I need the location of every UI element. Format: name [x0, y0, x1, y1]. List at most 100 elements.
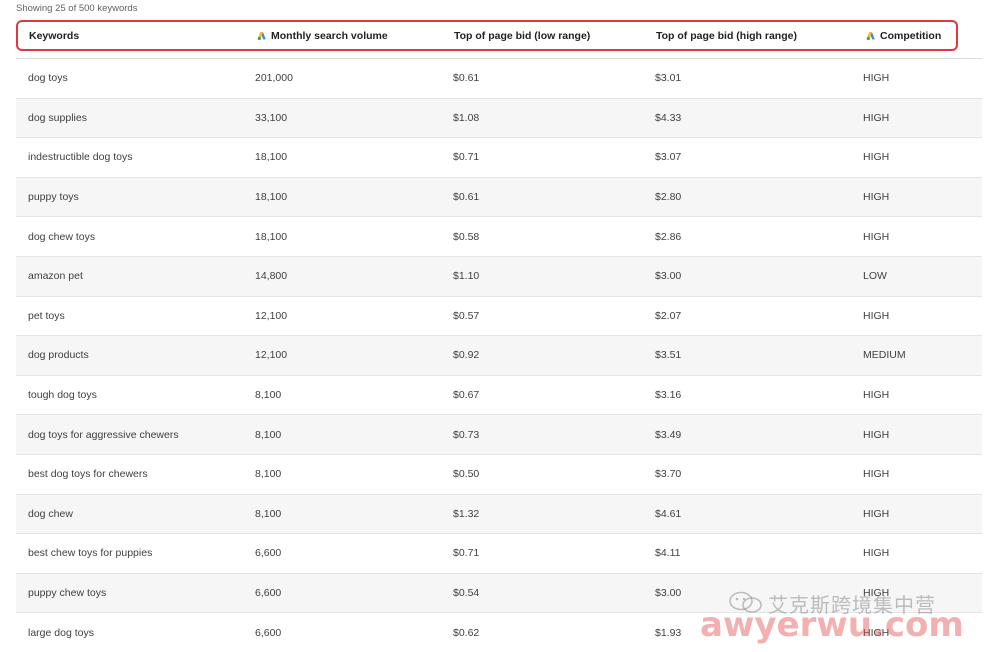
cell-bid-high: $2.07	[655, 309, 682, 322]
cell-keyword: indestructible dog toys	[28, 151, 133, 164]
column-header-bid-low[interactable]: Top of page bid (low range)	[454, 22, 590, 49]
cell-bid-low: $0.71	[453, 151, 480, 164]
cell-monthly-search-volume: 8,100	[255, 428, 282, 441]
cell-monthly-search-volume: 201,000	[255, 72, 293, 85]
cell-keyword: large dog toys	[28, 626, 94, 639]
cell-monthly-search-volume: 12,100	[255, 309, 288, 322]
cell-monthly-search-volume: 14,800	[255, 270, 288, 283]
cell-bid-high: $4.33	[655, 111, 682, 124]
table-row[interactable]: dog chew 8,100 $1.32 $4.61 HIGH	[16, 494, 982, 535]
cell-competition: HIGH	[863, 507, 890, 520]
cell-bid-high: $3.16	[655, 389, 682, 402]
cell-keyword: tough dog toys	[28, 389, 97, 402]
cell-monthly-search-volume: 18,100	[255, 230, 288, 243]
cell-monthly-search-volume: 18,100	[255, 191, 288, 204]
column-header-bid-high[interactable]: Top of page bid (high range)	[656, 22, 797, 49]
results-count-caption: Showing 25 of 500 keywords	[16, 3, 138, 14]
cell-competition: MEDIUM	[863, 349, 906, 362]
cell-keyword: puppy chew toys	[28, 587, 107, 600]
cell-competition: HIGH	[863, 111, 890, 124]
table-row[interactable]: puppy toys 18,100 $0.61 $2.80 HIGH	[16, 177, 982, 218]
cell-competition: HIGH	[863, 389, 890, 402]
cell-keyword: dog chew	[28, 507, 73, 520]
column-header-label: Competition	[880, 29, 942, 42]
cell-monthly-search-volume: 8,100	[255, 468, 282, 481]
cell-bid-low: $0.54	[453, 587, 480, 600]
column-header-competition[interactable]: Competition	[866, 22, 941, 49]
table-row[interactable]: amazon pet 14,800 $1.10 $3.00 LOW	[16, 256, 982, 297]
cell-competition: HIGH	[863, 191, 890, 204]
cell-bid-low: $0.73	[453, 428, 480, 441]
cell-bid-high: $3.07	[655, 151, 682, 164]
table-row[interactable]: dog products 12,100 $0.92 $3.51 MEDIUM	[16, 336, 982, 376]
cell-keyword: dog supplies	[28, 111, 87, 124]
cell-monthly-search-volume: 18,100	[255, 151, 288, 164]
cell-bid-low: $1.08	[453, 111, 480, 124]
cell-bid-high: $3.51	[655, 349, 682, 362]
cell-monthly-search-volume: 8,100	[255, 507, 282, 520]
table-row[interactable]: indestructible dog toys 18,100 $0.71 $3.07 H…	[16, 138, 982, 178]
cell-competition: HIGH	[863, 151, 890, 164]
cell-keyword: amazon pet	[28, 270, 83, 283]
table-row[interactable]: dog supplies 33,100 $1.08 $4.33 HIGH	[16, 98, 982, 139]
cell-keyword: puppy toys	[28, 191, 79, 204]
table-row[interactable]: best dog toys for chewers 8,100 $0.50 $3.70…	[16, 455, 982, 495]
cell-bid-low: $0.92	[453, 349, 480, 362]
cell-monthly-search-volume: 6,600	[255, 547, 282, 560]
cell-competition: HIGH	[863, 468, 890, 481]
google-ads-icon	[866, 31, 875, 40]
cell-bid-low: $0.67	[453, 389, 480, 402]
cell-bid-low: $0.58	[453, 230, 480, 243]
column-header-label: Top of page bid (low range)	[454, 29, 591, 42]
cell-monthly-search-volume: 12,100	[255, 349, 288, 362]
table-row[interactable]: large dog toys 6,600 $0.62 $1.93 HIGH	[16, 613, 982, 652]
cell-bid-high: $3.49	[655, 428, 682, 441]
cell-bid-high: $4.61	[655, 507, 682, 520]
table-row[interactable]: tough dog toys 8,100 $0.67 $3.16 HIGH	[16, 376, 982, 416]
cell-keyword: best chew toys for puppies	[28, 547, 153, 560]
table-row[interactable]: best chew toys for puppies 6,600 $0.71 $4.1…	[16, 534, 982, 574]
cell-competition: HIGH	[863, 626, 890, 639]
cell-bid-high: $3.00	[655, 270, 682, 283]
cell-bid-high: $3.70	[655, 468, 682, 481]
cell-competition: HIGH	[863, 547, 890, 560]
cell-bid-low: $0.50	[453, 468, 480, 481]
table-row[interactable]: dog toys 201,000 $0.61 $3.01 HIGH	[16, 59, 982, 99]
table-row[interactable]: pet toys 12,100 $0.57 $2.07 HIGH	[16, 297, 982, 337]
cell-bid-low: $0.61	[453, 191, 480, 204]
table-row[interactable]: dog chew toys 18,100 $0.58 $2.86 HIGH	[16, 217, 982, 257]
cell-bid-high: $4.11	[655, 547, 681, 560]
cell-bid-low: $1.32	[453, 507, 480, 520]
cell-competition: LOW	[863, 270, 887, 283]
column-header-label: Monthly search volume	[271, 29, 388, 42]
google-ads-icon	[257, 31, 266, 40]
cell-bid-low: $1.10	[453, 270, 480, 283]
cell-monthly-search-volume: 33,100	[255, 111, 288, 124]
cell-competition: HIGH	[863, 72, 890, 85]
column-header-label: Keywords	[29, 29, 80, 42]
cell-bid-low: $0.61	[453, 72, 480, 85]
table-header-row: Keywords Monthly search volume Top of pa…	[16, 20, 958, 51]
cell-bid-high: $2.80	[655, 191, 682, 204]
cell-bid-high: $3.00	[655, 587, 682, 600]
cell-bid-high: $2.86	[655, 230, 682, 243]
cell-keyword: dog toys for aggressive chewers	[28, 428, 179, 441]
cell-bid-low: $0.62	[453, 626, 480, 639]
table-row[interactable]: dog toys for aggressive chewers 8,100 $0.7…	[16, 415, 982, 455]
cell-competition: HIGH	[863, 587, 890, 600]
cell-keyword: best dog toys for chewers	[28, 468, 148, 481]
cell-monthly-search-volume: 6,600	[255, 626, 282, 639]
cell-keyword: dog products	[28, 349, 89, 362]
column-header-monthly-search-volume[interactable]: Monthly search volume	[257, 22, 388, 49]
cell-bid-high: $3.01	[655, 72, 682, 85]
column-header-keywords[interactable]: Keywords	[29, 22, 79, 49]
cell-keyword: dog toys	[28, 72, 68, 85]
keyword-results-page: Showing 25 of 500 keywords Keywords Mont…	[0, 0, 1000, 652]
table-row[interactable]: puppy chew toys 6,600 $0.54 $3.00 HIGH	[16, 573, 982, 614]
cell-bid-low: $0.57	[453, 309, 480, 322]
cell-monthly-search-volume: 6,600	[255, 587, 282, 600]
cell-keyword: pet toys	[28, 309, 65, 322]
cell-bid-low: $0.71	[453, 547, 480, 560]
cell-competition: HIGH	[863, 309, 890, 322]
cell-competition: HIGH	[863, 230, 890, 243]
